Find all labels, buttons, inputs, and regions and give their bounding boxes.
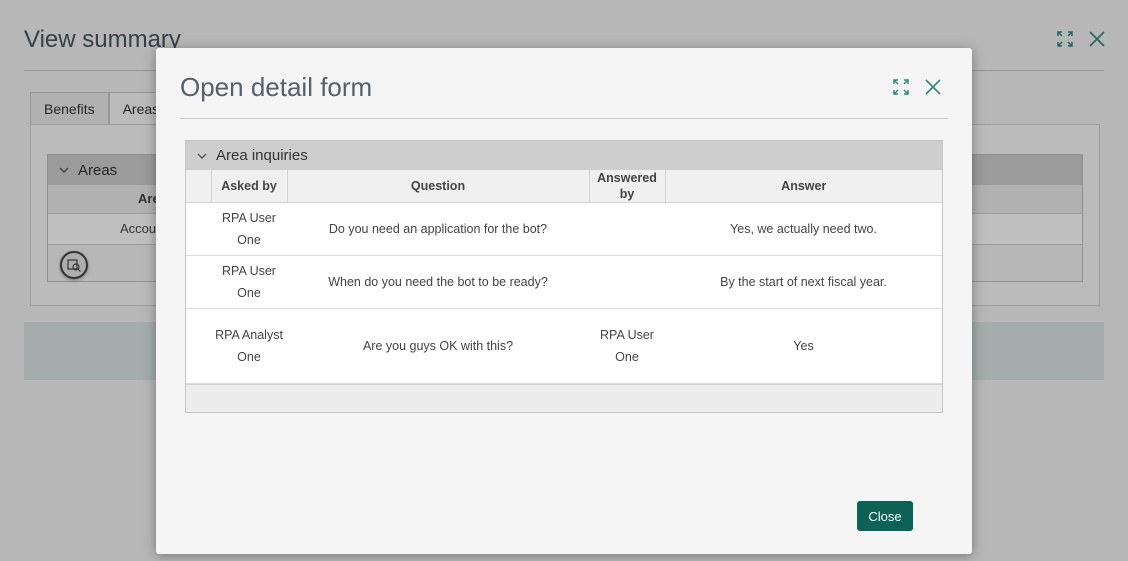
table-row[interactable]: RPA User One When do you need the bot to…	[186, 255, 942, 309]
column-header-asked-by[interactable]: Asked by	[211, 170, 288, 203]
area-inquiries-header: Area inquiries	[186, 141, 942, 170]
cell-asked-by: RPA Analyst One	[211, 308, 287, 384]
cell-answered-by	[589, 202, 665, 256]
chevron-down-icon[interactable]	[196, 150, 208, 162]
cell-question: Are you guys OK with this?	[287, 308, 589, 384]
column-header-question[interactable]: Question	[287, 170, 590, 203]
area-inquiries-caption: Area inquiries	[216, 147, 308, 164]
row-selector[interactable]	[186, 308, 211, 384]
modal-window-controls	[892, 78, 942, 96]
area-inquiries-footer	[186, 384, 942, 412]
cell-question: When do you need the bot to be ready?	[287, 255, 589, 309]
detail-modal: Open detail form Area inquiries Asked by…	[156, 48, 972, 554]
column-header-answer[interactable]: Answer	[665, 170, 942, 203]
inquiries-table: Asked by Question Answered by Answer RPA…	[186, 170, 942, 384]
cell-question: Do you need an application for the bot?	[287, 202, 589, 256]
row-selector[interactable]	[186, 255, 211, 309]
cell-asked-by: RPA User One	[211, 255, 287, 309]
table-row[interactable]: RPA User One Do you need an application …	[186, 202, 942, 256]
cell-answer: Yes, we actually need two.	[665, 202, 942, 256]
selector-column-header	[186, 170, 212, 203]
cell-answered-by: RPA User One	[589, 308, 665, 384]
expand-icon[interactable]	[892, 78, 910, 96]
close-button[interactable]: Close	[857, 501, 913, 531]
cell-answer: By the start of next fiscal year.	[665, 255, 942, 309]
table-row[interactable]: RPA Analyst One Are you guys OK with thi…	[186, 308, 942, 384]
close-icon[interactable]	[924, 78, 942, 96]
row-selector[interactable]	[186, 202, 211, 256]
modal-title-divider	[180, 118, 948, 119]
table-header-row: Asked by Question Answered by Answer	[186, 170, 942, 203]
cell-answer: Yes	[665, 308, 942, 384]
column-header-answered-by[interactable]: Answered by	[589, 170, 666, 203]
modal-title: Open detail form	[180, 72, 373, 102]
cell-asked-by: RPA User One	[211, 202, 287, 256]
area-inquiries-grid: Area inquiries Asked by Question Answere…	[185, 140, 943, 413]
cell-answered-by	[589, 255, 665, 309]
